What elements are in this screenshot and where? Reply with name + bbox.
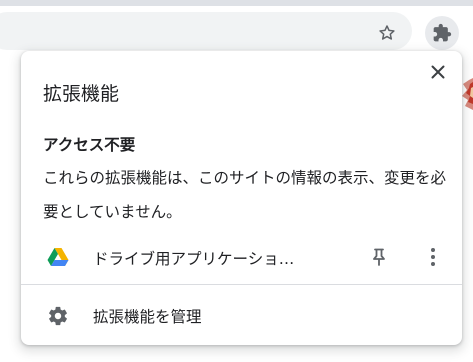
address-bar[interactable]	[0, 12, 412, 50]
star-outline-icon	[379, 25, 395, 40]
more-vert-icon	[431, 248, 435, 266]
gear-icon	[49, 306, 67, 326]
close-button[interactable]	[424, 58, 452, 86]
pin-button[interactable]	[367, 245, 391, 269]
extension-item[interactable]: ドライブ用アプリケーショ…	[21, 239, 462, 275]
browser-page: 拡張機能 アクセス不要 これらの拡張機能は、このサイトの情報の表示、変更を必要と…	[0, 0, 473, 362]
browser-toolbar	[0, 6, 473, 52]
puzzle-piece-icon	[433, 23, 452, 42]
bookmark-button[interactable]	[373, 19, 401, 47]
popup-title: 拡張機能	[43, 83, 120, 105]
pin-icon	[373, 248, 385, 266]
extensions-popup: 拡張機能 アクセス不要 これらの拡張機能は、このサイトの情報の表示、変更を必要と…	[21, 51, 462, 345]
popup-divider	[21, 284, 462, 285]
section-heading: アクセス不要	[43, 136, 136, 154]
manage-extensions-label[interactable]: 拡張機能を管理	[93, 305, 202, 327]
google-drive-icon	[47, 248, 69, 266]
manage-extensions-item[interactable]: 拡張機能を管理	[21, 299, 462, 333]
extension-name[interactable]: ドライブ用アプリケーショ…	[93, 247, 323, 269]
close-icon	[431, 65, 445, 79]
section-description: これらの拡張機能は、このサイトの情報の表示、変更を必要としていません。	[43, 169, 447, 221]
extension-menu-button[interactable]	[421, 245, 445, 269]
extensions-button[interactable]	[425, 16, 459, 50]
